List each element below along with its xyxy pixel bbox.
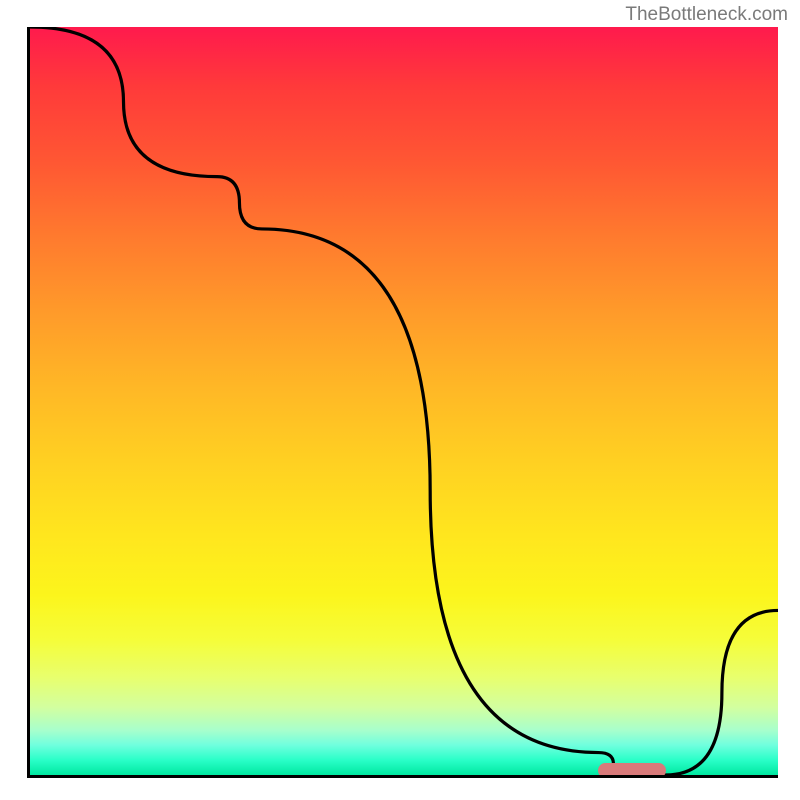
chart-line-series [30,27,778,775]
chart-plot-area [27,27,778,778]
optimum-marker [598,763,665,778]
watermark-text: TheBottleneck.com [625,4,788,26]
